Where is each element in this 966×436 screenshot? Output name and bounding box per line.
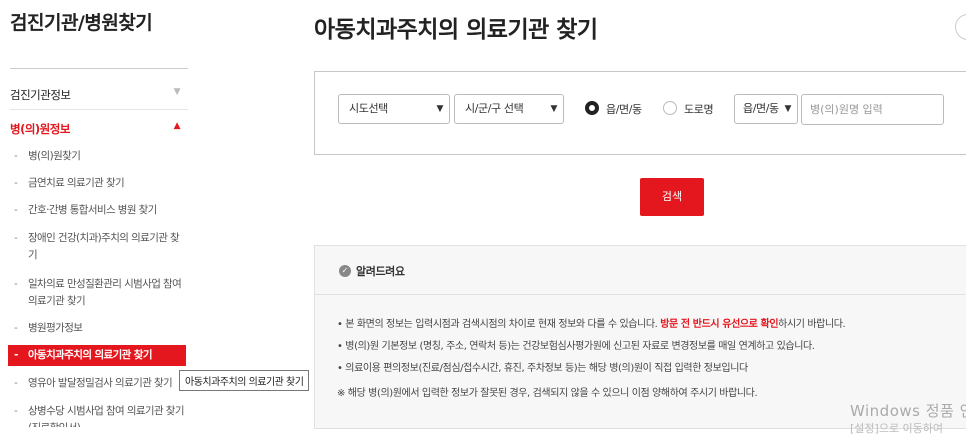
sidebar-item-infant-development[interactable]: - 영유아 발달정밀검사 의료기관 찾기 <box>14 375 186 392</box>
sidebar-item-disabled-dental[interactable]: - 장애인 건강(치과)주치의 의료기관 찾기 <box>14 230 186 264</box>
sidebar-item-hospital-evaluation[interactable]: - 병원평가정보 <box>14 320 186 337</box>
sidebar-item-hospital-search[interactable]: - 병(의)원찾기 <box>14 148 186 165</box>
divider <box>10 68 188 69</box>
hospital-name-input[interactable]: 병(의)원명 입력 <box>801 94 944 125</box>
search-panel: 시도선택 ▼ 시/군/구 선택 ▼ 읍/면/동 도로명 읍/면/동 ▼ 병(의)… <box>314 71 966 155</box>
sidebar-item-smoking-cessation[interactable]: - 금연치료 의료기관 찾기 <box>14 175 186 192</box>
chevron-down-icon: ▼ <box>784 104 791 114</box>
radio-checked-icon <box>585 101 599 115</box>
sidebar: 검진기관/병원찾기 검진기관정보 ▼ 병(의)원정보 ▲ - 병(의)원찾기 -금… <box>0 0 190 427</box>
tooltip: 아동치과주치의 의료기관 찾기 <box>179 370 310 391</box>
sidebar-category-label: 병(의)원정보 <box>10 122 70 136</box>
sidebar-item-chronic-disease[interactable]: - 일차의료 만성질환관리 시범사업 참여 의료기관 찾기 <box>14 276 186 310</box>
check-circle-icon: ✓ <box>339 265 351 277</box>
divider <box>10 109 188 110</box>
radio-unchecked-icon <box>663 101 677 115</box>
notice-line: • 병(의)원 기본정보 (명칭, 주소, 연락처 등)는 건강보험심사평가원에… <box>337 341 815 352</box>
notice-line: • 의료이용 편의정보(진료/점심/접수시간, 휴진, 주차정보 등)는 해당 … <box>337 363 748 374</box>
windows-activation-watermark: Windows 정품 인 <box>850 402 966 420</box>
sidebar-item-sickness-allowance[interactable]: -상병수당 시범사업 참여 의료기관 찾기(진료확인서) <box>14 403 186 427</box>
circle-button[interactable] <box>955 14 966 40</box>
notice-title: 알려드려요 <box>356 265 405 278</box>
chevron-down-icon: ▼ <box>173 87 181 97</box>
page-title: 아동치과주치의 의료기관 찾기 <box>314 17 598 43</box>
sigungu-select[interactable]: 시/군/구 선택 ▼ <box>454 94 564 124</box>
sidebar-item-nursing-care[interactable]: - 간호·간병 통합서비스 병원 찾기 <box>14 202 186 219</box>
sidebar-title: 검진기관/병원찾기 <box>10 12 153 34</box>
search-button[interactable]: 검색 <box>640 178 704 216</box>
notice-line: ※ 해당 병(의)원에서 입력한 정보가 잘못된 경우, 검색되지 않을 수 있… <box>337 388 758 399</box>
notice-header: ✓ 알려드려요 <box>315 246 966 295</box>
address-type-select[interactable]: 읍/면/동 ▼ <box>734 94 798 124</box>
chevron-up-icon: ▲ <box>173 121 181 131</box>
notice-line: • 본 화면의 정보는 입력시점과 검색시점의 차이로 현재 정보와 다를 수 … <box>337 319 846 330</box>
sidebar-category-checkup[interactable]: 검진기관정보 ▼ <box>10 87 188 103</box>
sidebar-category-hospital[interactable]: 병(의)원정보 ▲ <box>10 121 188 137</box>
sidebar-item-child-dental[interactable]: - 아동치과주치의 의료기관 찾기 <box>8 345 186 366</box>
chevron-down-icon: ▼ <box>436 104 443 114</box>
sidebar-category-label: 검진기관정보 <box>10 88 71 102</box>
chevron-down-icon: ▼ <box>550 104 557 114</box>
windows-activation-watermark-sub: [설정]으로 이동하여 <box>850 422 944 435</box>
sido-select[interactable]: 시도선택 ▼ <box>338 94 450 124</box>
